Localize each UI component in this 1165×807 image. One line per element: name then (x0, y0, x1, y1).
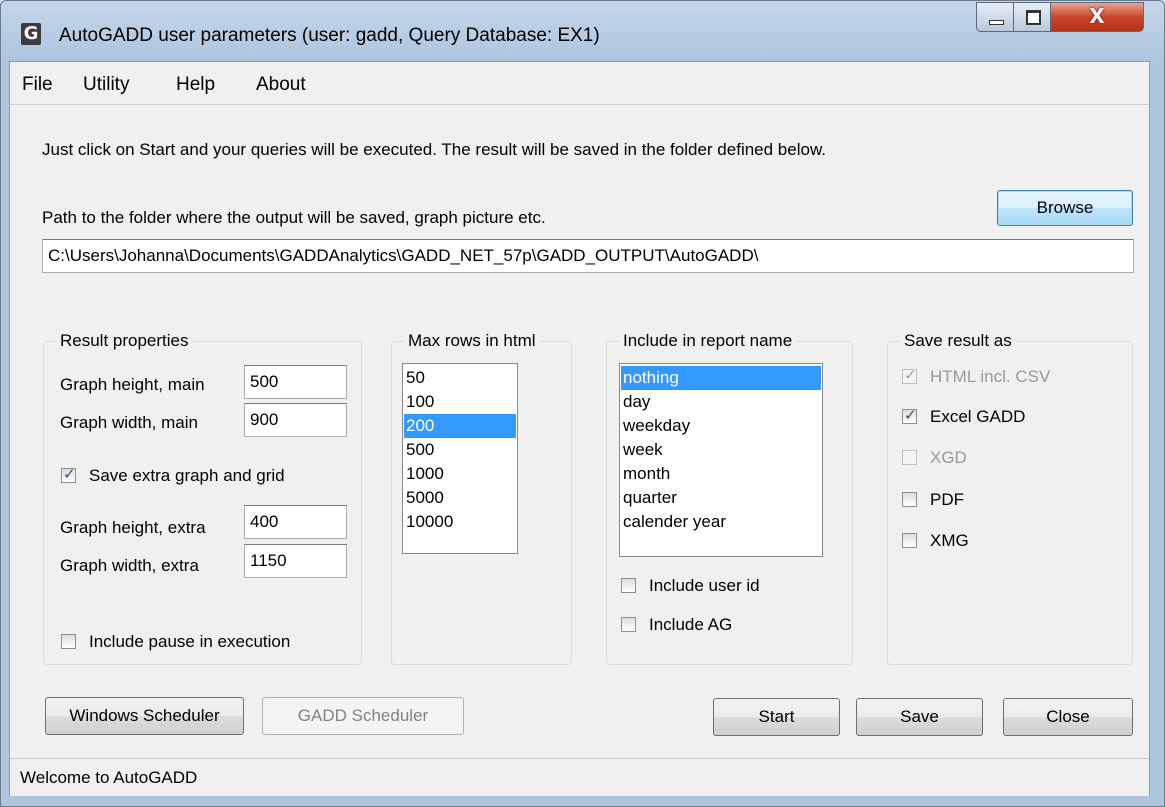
include-user-id-check-icon[interactable] (621, 578, 636, 593)
minimize-button[interactable] (976, 2, 1014, 32)
save-pdf-check-icon[interactable] (902, 492, 917, 507)
output-path-label: Path to the folder where the output will… (42, 208, 546, 227)
client-area: File Utility Help About Just click on St… (9, 61, 1150, 796)
max-rows-title: Max rows in html (404, 331, 540, 351)
menu-bar: File Utility Help About (10, 62, 1149, 105)
include-ag-label: Include AG (649, 615, 733, 634)
graph-height-main-label: Graph height, main (60, 375, 205, 394)
max-rows-option[interactable]: 5000 (404, 486, 516, 510)
save-button[interactable]: Save (856, 698, 983, 736)
browse-button[interactable]: Browse (997, 190, 1133, 226)
graph-width-main-label: Graph width, main (60, 413, 198, 432)
report-name-option[interactable]: weekday (621, 414, 821, 438)
close-window-button[interactable]: X (1050, 2, 1144, 32)
result-properties-title: Result properties (56, 331, 193, 351)
include-pause-label: Include pause in execution (89, 632, 291, 651)
menu-utility[interactable]: Utility (83, 74, 129, 96)
report-name-option[interactable]: quarter (621, 486, 821, 510)
status-text: Welcome to AutoGADD (20, 768, 198, 787)
title-bar[interactable]: G AutoGADD user parameters (user: gadd, … (1, 1, 1164, 61)
report-name-option[interactable]: month (621, 462, 821, 486)
report-name-option[interactable]: day (621, 390, 821, 414)
graph-width-main-input[interactable]: 900 (244, 403, 347, 437)
graph-height-extra-label: Graph height, extra (60, 518, 206, 537)
menu-help[interactable]: Help (176, 74, 215, 96)
autogadd-window: G AutoGADD user parameters (user: gadd, … (0, 0, 1165, 807)
max-rows-option-selected[interactable]: 200 (404, 414, 516, 438)
status-bar: Welcome to AutoGADD (10, 758, 1149, 796)
max-rows-option[interactable]: 50 (404, 366, 516, 390)
save-xmg-label: XMG (930, 531, 969, 550)
save-extra-graph-label: Save extra graph and grid (89, 466, 285, 485)
result-properties-group: Result properties Graph height, main 500… (43, 331, 362, 665)
save-excel-label: Excel GADD (930, 407, 1026, 426)
start-button[interactable]: Start (713, 698, 840, 736)
menu-about[interactable]: About (256, 74, 306, 96)
graph-height-main-input[interactable]: 500 (244, 365, 347, 399)
save-xgd-check-icon[interactable] (902, 450, 917, 465)
save-xgd-label: XGD (930, 448, 967, 467)
save-excel-check-icon[interactable] (902, 406, 917, 424)
max-rows-option[interactable]: 10000 (404, 510, 516, 534)
graph-width-extra-input[interactable]: 1150 (244, 544, 347, 578)
maximize-icon (1026, 10, 1041, 25)
report-name-group: Include in report name nothing day weekd… (606, 331, 853, 665)
include-user-id-label: Include user id (649, 576, 760, 595)
save-html-check-icon[interactable] (902, 366, 917, 384)
include-pause-check-icon[interactable] (61, 634, 76, 649)
save-result-group: Save result as HTML incl. CSV Excel GADD… (887, 331, 1133, 665)
windows-scheduler-button[interactable]: Windows Scheduler (45, 697, 244, 735)
maximize-button[interactable] (1013, 2, 1051, 32)
save-result-title: Save result as (900, 331, 1016, 351)
minimize-icon (989, 20, 1004, 25)
include-ag-check-icon[interactable] (621, 617, 636, 632)
app-icon: G (21, 23, 41, 45)
report-name-option-selected[interactable]: nothing (621, 366, 821, 390)
output-path-input[interactable]: C:\Users\Johanna\Documents\GADDAnalytics… (42, 239, 1134, 273)
report-name-listbox[interactable]: nothing day weekday week month quarter c… (619, 363, 823, 557)
report-name-title: Include in report name (619, 331, 797, 351)
intro-text: Just click on Start and your queries wil… (42, 140, 827, 159)
close-button[interactable]: Close (1003, 698, 1133, 736)
report-name-option[interactable]: week (621, 438, 821, 462)
max-rows-group: Max rows in html 50 100 200 500 1000 500… (391, 331, 572, 665)
menu-file[interactable]: File (22, 74, 53, 96)
close-icon: X (1089, 4, 1105, 28)
save-pdf-label: PDF (930, 490, 964, 509)
report-name-option[interactable]: calender year (621, 510, 821, 534)
graph-height-extra-input[interactable]: 400 (244, 505, 347, 539)
window-title: AutoGADD user parameters (user: gadd, Qu… (59, 25, 600, 46)
max-rows-listbox[interactable]: 50 100 200 500 1000 5000 10000 (402, 363, 518, 554)
save-xmg-check-icon[interactable] (902, 533, 917, 548)
graph-width-extra-label: Graph width, extra (60, 556, 199, 575)
max-rows-option[interactable]: 100 (404, 390, 516, 414)
max-rows-option[interactable]: 500 (404, 438, 516, 462)
gadd-scheduler-button[interactable]: GADD Scheduler (262, 697, 464, 735)
save-extra-graph-check-icon[interactable] (61, 465, 76, 483)
save-html-label: HTML incl. CSV (930, 367, 1051, 386)
max-rows-option[interactable]: 1000 (404, 462, 516, 486)
